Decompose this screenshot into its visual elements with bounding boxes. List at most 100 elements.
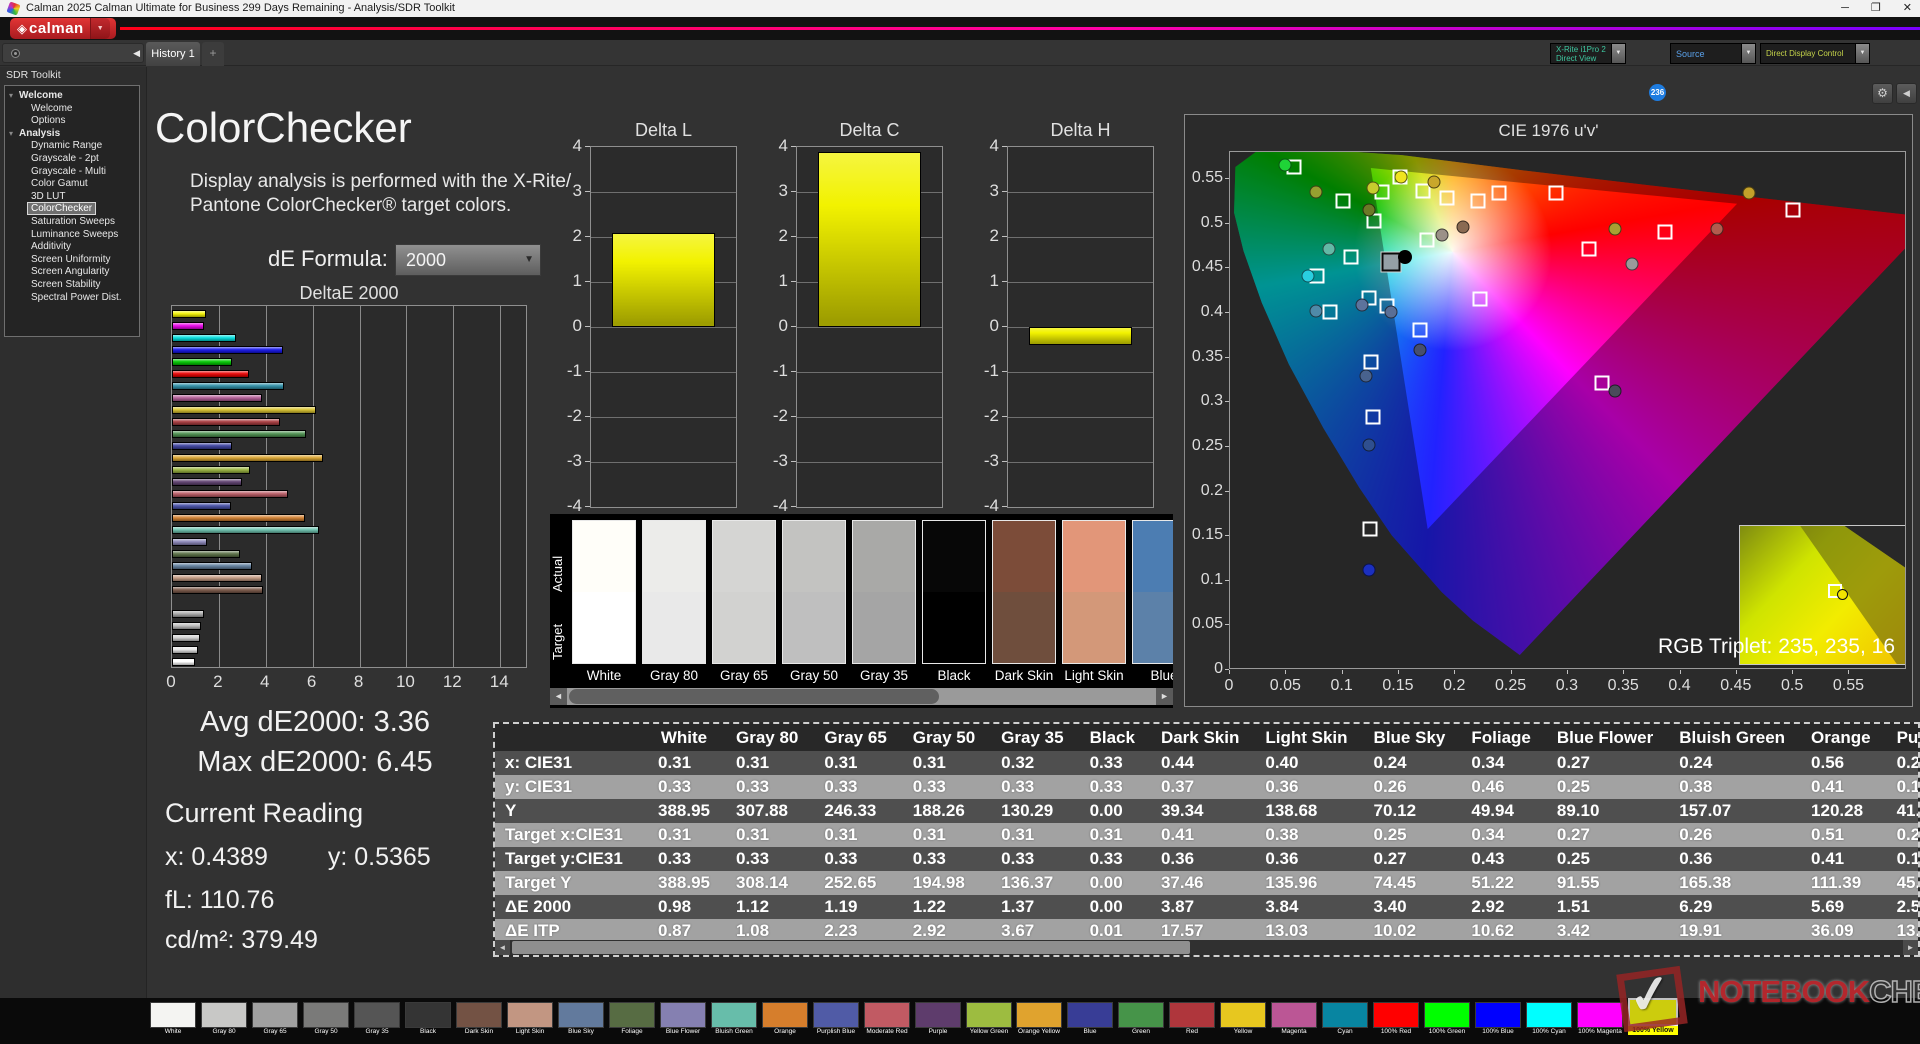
patch-100-cyan[interactable]: 100% Cyan [1526,1002,1572,1036]
cie-target-marker [1365,409,1381,425]
patch-color-block [1220,1002,1266,1028]
sidebar-item-grayscale-2pt[interactable]: Grayscale - 2pt [5,153,139,166]
table-cell: 308.14 [723,871,812,895]
patch-dark-skin[interactable]: Dark Skin [456,1002,502,1036]
display-dropdown-icon[interactable]: ▼ [1855,44,1869,63]
sidebar-item-spectral-power-dist[interactable]: Spectral Power Dist. [5,292,139,305]
settings-gear-icon[interactable]: ⚙ [1872,83,1893,104]
de-formula-dropdown[interactable]: 2000 ▼ [395,244,541,276]
deltae-gridline [265,306,267,667]
patch-white[interactable]: White [150,1002,196,1036]
swatch-scroll-right-icon[interactable]: ► [1156,688,1173,705]
delta-h-ytick-label: 3 [989,181,999,200]
patch-blue-sky[interactable]: Blue Sky [558,1002,604,1036]
tree-expand-icon[interactable]: ▾ [9,128,13,141]
deltae-bar-light-skin [172,574,263,583]
sidebar-item-welcome[interactable]: ▾ Welcome [5,90,139,103]
cie-xtick-label: 0.25 [1494,677,1527,694]
patch-black[interactable]: Black [405,1002,451,1036]
table-cell: 0.46 [1458,775,1544,799]
patch-foliage[interactable]: Foliage [609,1002,655,1036]
patch-green[interactable]: Green [1118,1002,1164,1036]
patch-bluish-green[interactable]: Bluish Green [711,1002,757,1036]
patch-orange-yellow[interactable]: Orange Yellow [1016,1002,1062,1036]
close-button[interactable]: ✕ [1903,0,1912,17]
patch-100-magenta[interactable]: 100% Magenta [1577,1002,1623,1036]
sidebar-item-color-gamut[interactable]: Color Gamut [5,178,139,191]
collapse-panel-icon[interactable]: ◀ [1896,83,1917,104]
tree-expand-icon[interactable]: ▾ [9,90,13,103]
sidebar-item-grayscale-multi[interactable]: Grayscale - Multi [5,166,139,179]
tab-history-1[interactable]: History 1 [146,42,200,66]
patch-100-red[interactable]: 100% Red [1373,1002,1419,1036]
minimize-button[interactable]: ─ [1841,0,1849,17]
table-cell: 0.31 [723,823,812,847]
table-col-light-skin: Light Skin [1252,724,1361,751]
patch-red[interactable]: Red [1169,1002,1215,1036]
patch-100-green[interactable]: 100% Green [1424,1002,1470,1036]
sidebar-item-screen-uniformity[interactable]: Screen Uniformity [5,254,139,267]
collapse-sidebar-icon[interactable]: ◀ [133,46,140,60]
patch-purplish-blue[interactable]: Purplish Blue [813,1002,859,1036]
cie-diagram-panel: CIE 1976 u'v' RGB Triplet: 235, 235, 16 … [1184,114,1913,707]
swatch-scroll-thumb[interactable] [569,689,939,704]
swatch-actual [783,521,845,592]
sidebar-item-screen-angularity[interactable]: Screen Angularity [5,266,139,279]
patch-magenta[interactable]: Magenta [1271,1002,1317,1036]
patch-gray-80[interactable]: Gray 80 [201,1002,247,1036]
table-scroll-left-icon[interactable]: ◄ [495,940,510,955]
calman-menu-button[interactable]: ◈ calman ▼ [10,18,116,39]
patch-100-blue[interactable]: 100% Blue [1475,1002,1521,1036]
patch-gray-35[interactable]: Gray 35 [354,1002,400,1036]
display-control-selector[interactable]: Direct Display Control ▼ [1760,43,1870,64]
table-cell: 0.26 [1360,775,1459,799]
sidebar-item-options[interactable]: Options [5,115,139,128]
patch-blue-flower[interactable]: Blue Flower [660,1002,706,1036]
sidebar-item-dynamic-range[interactable]: Dynamic Range [5,140,139,153]
patch-cyan[interactable]: Cyan [1322,1002,1368,1036]
source-selector[interactable]: Source ▼ [1670,43,1756,64]
patch-blue[interactable]: Blue [1067,1002,1113,1036]
table-scroll-right-icon[interactable]: ► [1903,940,1918,955]
patch-orange[interactable]: Orange [762,1002,808,1036]
sidebar-item-additivity[interactable]: Additivity [5,241,139,254]
patch-yellow[interactable]: Yellow [1220,1002,1266,1036]
patch-purple[interactable]: Purple [915,1002,961,1036]
app-window: Calman 2025 Calman Ultimate for Business… [0,0,1920,1044]
table-cell: 5.69 [1798,895,1884,919]
maximize-button[interactable]: ❐ [1871,0,1881,17]
cie-target-marker [1439,190,1455,206]
sidebar-item-screen-stability[interactable]: Screen Stability [5,279,139,292]
swatch-scrollbar[interactable]: ◄ ► [550,688,1173,705]
patch-yellow-green[interactable]: Yellow Green [966,1002,1012,1036]
layout-panel-header[interactable]: ◀ [2,43,144,63]
meter-dropdown-icon[interactable]: ▼ [1610,44,1625,63]
sidebar-item-welcome[interactable]: Welcome [5,103,139,116]
table-col-black: Black [1076,724,1148,751]
sidebar-item-luminance-sweeps[interactable]: Luminance Sweeps [5,229,139,242]
deltae-xtick-label: 6 [306,672,317,691]
table-scrollbar[interactable]: ◄ ► [495,940,1918,955]
patch-gray-65[interactable]: Gray 65 [252,1002,298,1036]
patch-gray-50[interactable]: Gray 50 [303,1002,349,1036]
sidebar-item-analysis[interactable]: ▾ Analysis [5,128,139,141]
source-dropdown-icon[interactable]: ▼ [1741,44,1755,63]
current-reading-heading: Current Reading [165,798,364,828]
sidebar-item-saturation-sweeps[interactable]: Saturation Sweeps [5,216,139,229]
swatch-scroll-left-icon[interactable]: ◄ [550,688,567,705]
tab-add-button[interactable]: + [202,42,224,66]
patch-moderate-red[interactable]: Moderate Red [864,1002,910,1036]
sidebar-item-3d-lut[interactable]: 3D LUT [5,191,139,204]
deltae-xtick-label: 2 [213,672,223,691]
delta-c-tickmark [791,416,796,417]
current-xy-readout: x: 0.4389 y: 0.5365 [165,843,431,872]
calman-menu-dropdown-icon[interactable]: ▼ [89,18,110,39]
table-cell: 0.31 [811,751,900,775]
sidebar-item-colorchecker[interactable]: ColorChecker [5,202,139,216]
table-scroll-thumb[interactable] [512,941,1190,954]
table-cell: 0.33 [988,775,1077,799]
patch-light-skin[interactable]: Light Skin [507,1002,553,1036]
cie-measurement-marker [1710,222,1724,236]
meter-selector[interactable]: X-Rite i1Pro 2 Direct View ▼ [1550,43,1626,64]
swatch-actual [713,521,775,592]
